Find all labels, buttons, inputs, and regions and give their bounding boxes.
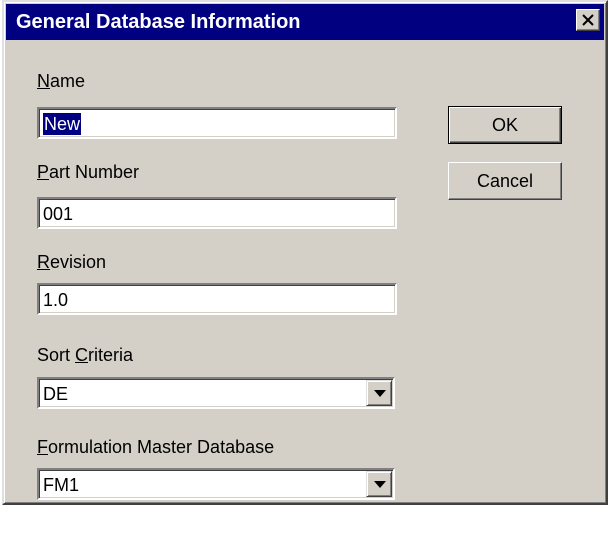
revision-field[interactable]: 1.0 — [37, 283, 397, 315]
general-database-dialog: General Database Information Name New Pa… — [2, 0, 608, 505]
sort-criteria-value: DE — [43, 384, 69, 404]
close-button[interactable] — [576, 9, 600, 31]
chevron-down-icon — [374, 481, 386, 488]
part-number-field[interactable]: 001 — [37, 197, 397, 229]
sort-criteria-select[interactable]: DE — [37, 377, 395, 409]
formulation-master-label: Formulation Master Database — [37, 437, 275, 457]
formulation-master-dropdown-button[interactable] — [366, 471, 392, 497]
revision-label: Revision — [37, 252, 107, 272]
name-field[interactable]: New — [37, 107, 397, 139]
sort-criteria-label: Sort Criteria — [37, 345, 134, 365]
formulation-master-value: FM1 — [43, 475, 79, 495]
revision-value: 1.0 — [43, 290, 69, 310]
formulation-master-select[interactable]: FM1 — [37, 468, 395, 500]
chevron-down-icon — [374, 390, 386, 397]
name-label: Name — [37, 71, 86, 91]
dialog-title: General Database Information — [16, 11, 301, 33]
part-number-value: 001 — [43, 204, 74, 224]
close-icon — [582, 14, 594, 26]
sort-criteria-dropdown-button[interactable] — [366, 380, 392, 406]
name-value: New — [43, 113, 82, 135]
part-number-label: Part Number — [37, 162, 140, 182]
ok-button[interactable]: OK — [448, 106, 562, 144]
cancel-button[interactable]: Cancel — [448, 162, 562, 200]
title-bar[interactable]: General Database Information — [6, 4, 604, 40]
